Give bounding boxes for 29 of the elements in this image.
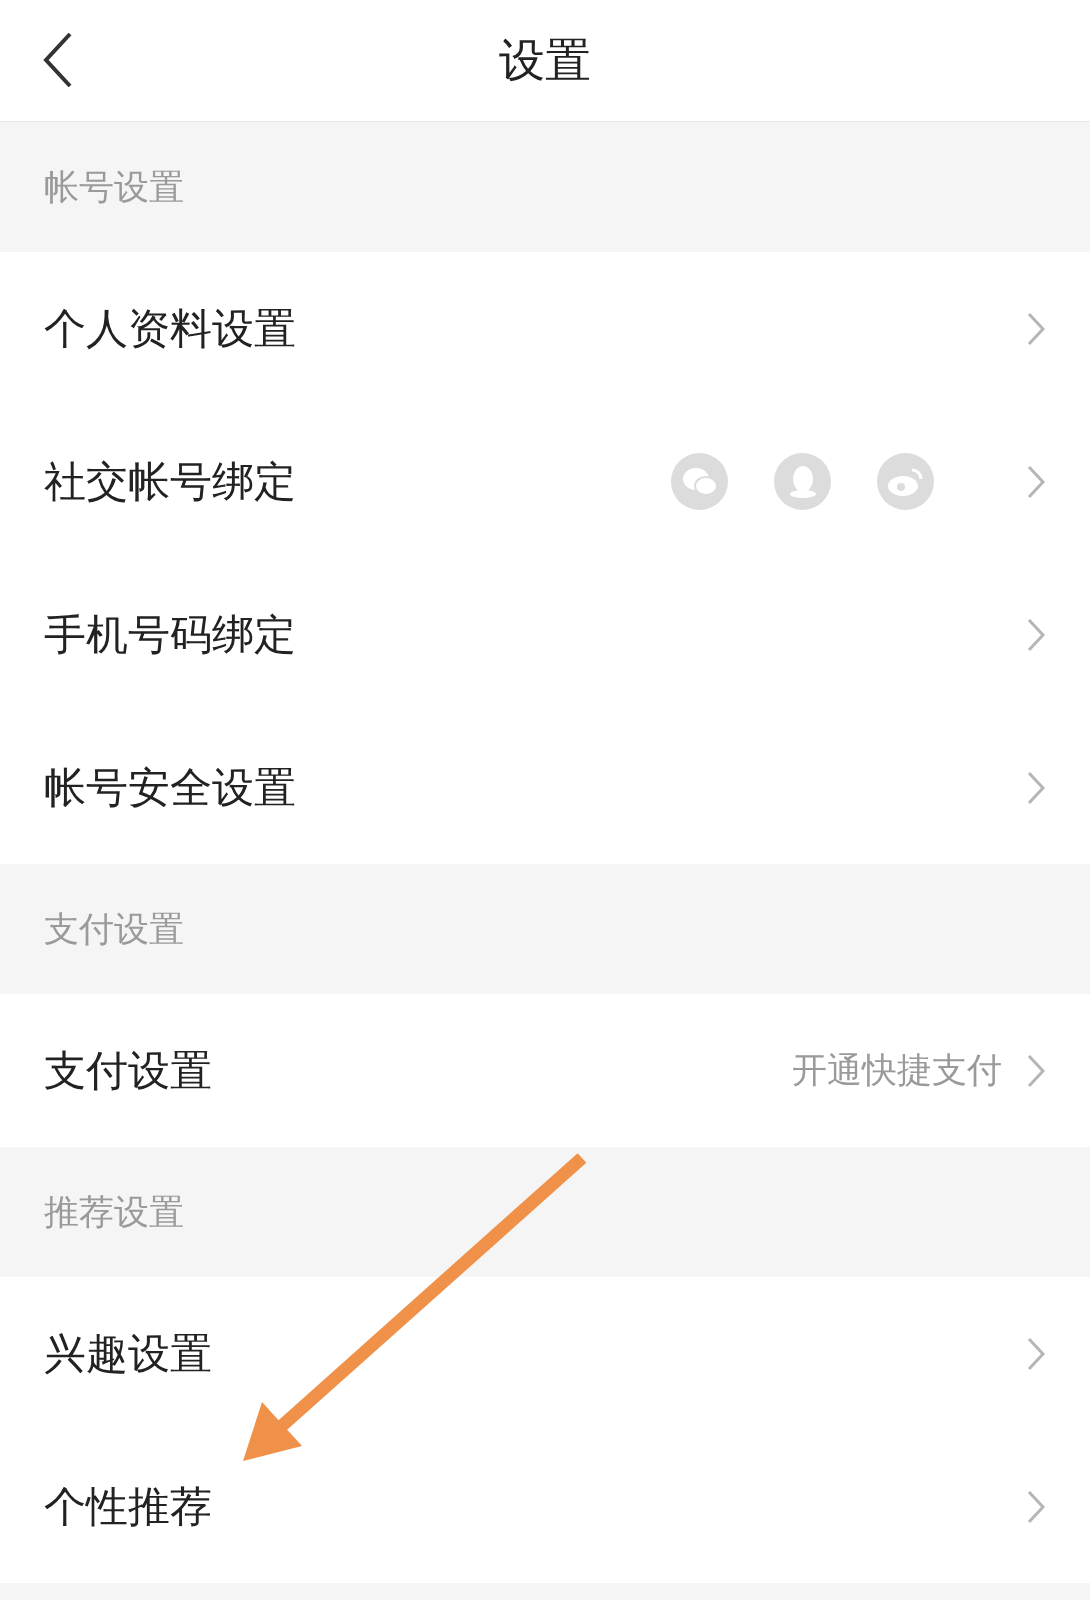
section-title: 支付设置	[44, 907, 184, 951]
row-label: 个人资料设置	[44, 303, 297, 355]
settings-row[interactable]: 个人资料设置	[0, 252, 1090, 405]
chevron-icon	[1026, 769, 1046, 806]
settings-row[interactable]: 手机号码绑定	[0, 558, 1090, 711]
penguin-icon[interactable]	[774, 453, 831, 510]
settings-row[interactable]: 支付设置 开通快捷支付	[0, 994, 1090, 1147]
chevron-icon	[1026, 1052, 1046, 1089]
chevron-icon	[1026, 463, 1046, 500]
row-label: 手机号码绑定	[44, 609, 297, 661]
row-label: 社交帐号绑定	[44, 456, 297, 508]
row-value: 开通快捷支付	[792, 1049, 1002, 1093]
chevron-icon	[1026, 310, 1046, 347]
settings-row[interactable]: 社交帐号绑定	[0, 405, 1090, 558]
settings-row[interactable]: 个性推荐	[0, 1430, 1090, 1583]
row-label: 兴趣设置	[44, 1328, 213, 1380]
row-label: 帐号安全设置	[44, 762, 297, 814]
chat-bubbles-icon[interactable]	[671, 453, 728, 510]
section-title: 推荐设置	[44, 1190, 184, 1234]
settings-row[interactable]: 兴趣设置	[0, 1277, 1090, 1430]
chevron-icon	[1026, 1488, 1046, 1525]
eye-icon[interactable]	[877, 453, 934, 510]
row-label: 个性推荐	[44, 1481, 213, 1533]
chevron-icon	[1026, 1335, 1046, 1372]
section-title: 帐号设置	[44, 165, 184, 209]
chevron-icon	[1026, 616, 1046, 653]
row-label: 支付设置	[44, 1045, 213, 1097]
page-title: 设置	[499, 32, 591, 89]
settings-row[interactable]: 帐号安全设置	[0, 711, 1090, 864]
